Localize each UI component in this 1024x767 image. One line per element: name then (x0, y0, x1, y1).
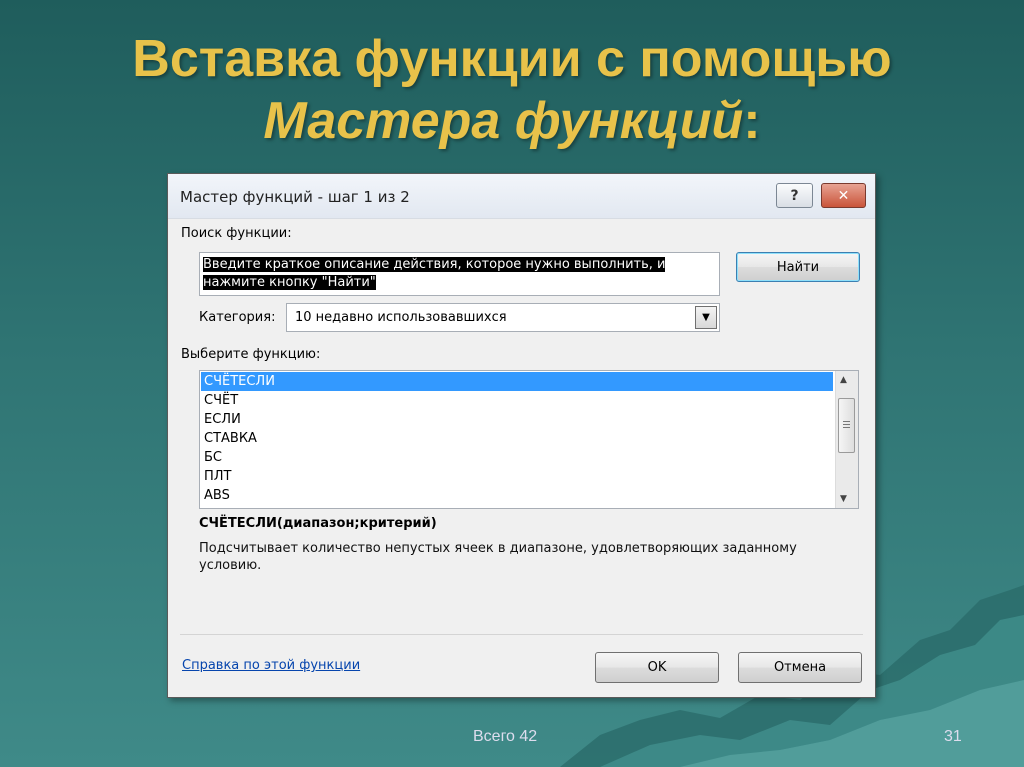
find-button[interactable]: Найти (736, 252, 860, 282)
slide-title-line2-text: Мастера функций (263, 92, 744, 150)
dialog-titlebar[interactable]: Мастер функций - шаг 1 из 2 ? ✕ (168, 174, 875, 219)
function-description: Подсчитывает количество непустых ячеек в… (199, 541, 797, 573)
list-item[interactable]: СЧЁТ (201, 391, 833, 410)
ok-button[interactable]: OK (595, 652, 719, 683)
scroll-thumb[interactable] (838, 398, 855, 453)
list-item[interactable]: СТАВКА (201, 429, 833, 448)
slide-title-line1: Вставка функции с помощью (132, 30, 892, 88)
search-text-line1: Введите краткое описание действия, котор… (203, 257, 666, 272)
slide-title: Вставка функции с помощью Мастера функци… (0, 28, 1024, 152)
choose-function-label: Выберите функцию: (181, 347, 321, 362)
search-text-line2: нажмите кнопку "Найти" (203, 275, 376, 290)
search-label: Поиск функции: (181, 226, 292, 241)
help-link[interactable]: Справка по этой функции (182, 658, 360, 673)
function-signature: СЧЁТЕСЛИ(диапазон;критерий) (199, 516, 437, 531)
category-value: 10 недавно использовавшихся (295, 310, 507, 325)
function-wizard-dialog: Мастер функций - шаг 1 из 2 ? ✕ Поиск фу… (167, 173, 876, 698)
list-item[interactable]: СЧЁТЕСЛИ (201, 372, 833, 391)
category-label: Категория: (199, 310, 276, 325)
list-scrollbar[interactable]: ▲ ▼ (835, 371, 858, 508)
slide-title-colon: : (743, 92, 761, 150)
footer-total: Всего 42 (473, 728, 538, 745)
chevron-down-icon[interactable]: ▼ (695, 306, 717, 329)
divider (180, 634, 863, 635)
category-select[interactable]: 10 недавно использовавшихся ▼ (286, 303, 720, 332)
list-item[interactable]: БС (201, 448, 833, 467)
help-button[interactable]: ? (776, 183, 813, 208)
list-item[interactable]: ЕСЛИ (201, 410, 833, 429)
search-input[interactable]: Введите краткое описание действия, котор… (199, 252, 720, 296)
function-list[interactable]: СЧЁТЕСЛИ СЧЁТ ЕСЛИ СТАВКА БС ПЛТ ABS ▲ ▼ (199, 370, 859, 509)
close-button[interactable]: ✕ (821, 183, 866, 208)
dialog-title: Мастер функций - шаг 1 из 2 (180, 188, 410, 206)
scroll-up-icon[interactable]: ▲ (840, 375, 847, 385)
scroll-down-icon[interactable]: ▼ (840, 494, 847, 504)
cancel-button[interactable]: Отмена (738, 652, 862, 683)
list-item[interactable]: ABS (201, 486, 833, 505)
list-item[interactable]: ПЛТ (201, 467, 833, 486)
slide-title-line2: Мастера функций: (0, 90, 1024, 152)
page-number: 31 (944, 728, 962, 745)
